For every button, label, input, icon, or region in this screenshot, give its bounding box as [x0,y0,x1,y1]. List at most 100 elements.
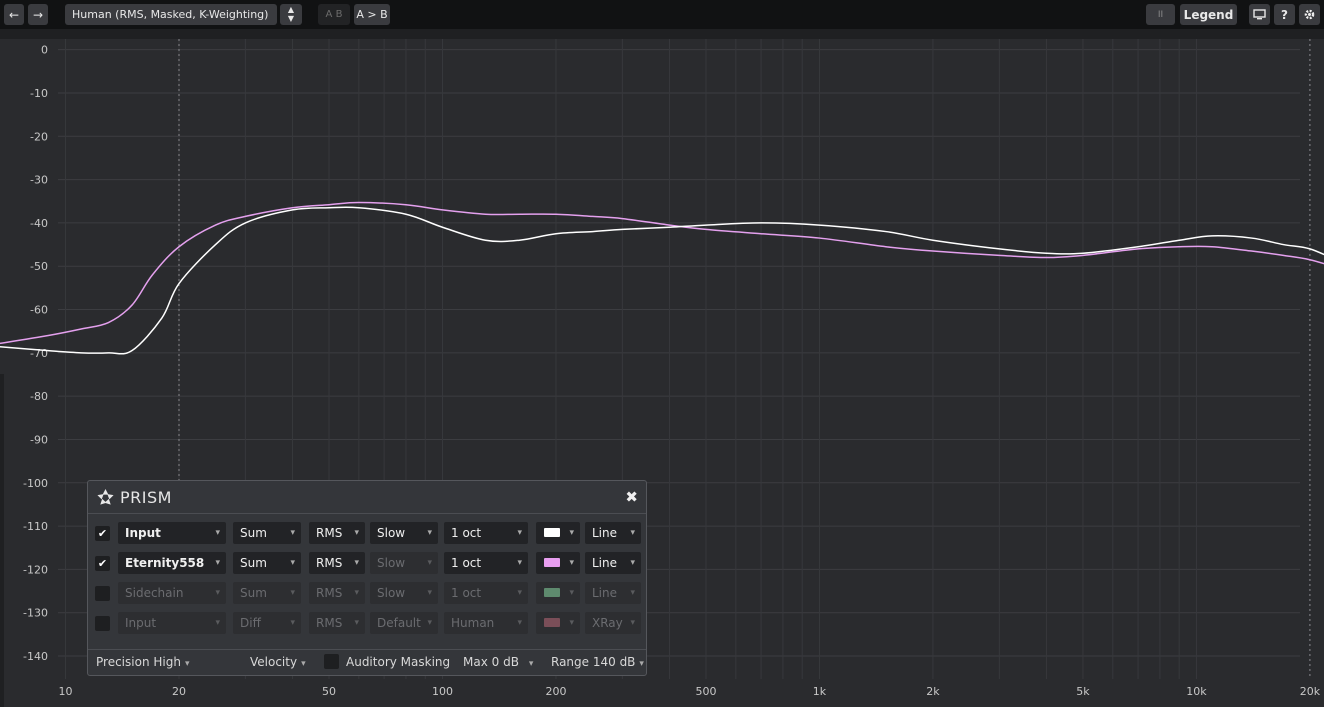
source-dropdown[interactable]: Input [118,612,226,634]
mode-label: Sum [240,556,267,570]
max-label: Max 0 dB [463,655,519,669]
smoothing-dropdown[interactable]: Human [444,612,528,634]
y-tick-label: -40 [30,217,48,230]
row-enable-checkbox[interactable]: ✔ [95,526,110,541]
y-tick-label: -60 [30,304,48,317]
prism-title: PRISM [120,488,172,507]
preset-stepper[interactable]: ▲ ▼ [280,4,302,25]
preset-selector[interactable]: Human (RMS, Masked, K-Weighting) [65,4,277,25]
mode-label: Diff [240,616,261,630]
ab-compare-button[interactable]: A B [318,4,350,25]
source-dropdown[interactable]: Input [118,522,226,544]
mode-dropdown[interactable]: Diff [233,612,301,634]
style-label: Line [592,526,618,540]
style-dropdown[interactable]: Line [585,552,641,574]
x-tick-label: 20 [172,685,186,698]
type-dropdown[interactable]: RMS [309,612,365,634]
precision-dropdown[interactable]: Precision High ▾ [96,655,189,669]
type-dropdown[interactable]: RMS [309,552,365,574]
y-tick-label: -10 [30,87,48,100]
y-tick-label: -120 [23,563,48,576]
x-tick-label: 2k [926,685,940,698]
smoothing-label: 1 oct [451,526,482,540]
legend-button[interactable]: Legend [1180,4,1237,25]
x-tick-label: 200 [545,685,566,698]
plot-top-margin [0,29,1324,39]
y-tick-label: -100 [23,477,48,490]
type-label: RMS [316,556,343,570]
help-button[interactable]: ? [1274,4,1295,25]
smoothing-dropdown[interactable]: 1 oct [444,552,528,574]
copy-a-to-b-button[interactable]: A > B [354,4,390,25]
smoothing-dropdown[interactable]: 1 oct [444,522,528,544]
x-tick-label: 50 [322,685,336,698]
speed-dropdown[interactable]: Default [370,612,438,634]
y-tick-label: -50 [30,260,48,273]
speed-dropdown[interactable]: Slow [370,552,438,574]
mode-dropdown[interactable]: Sum [233,522,301,544]
x-tick-label: 10k [1186,685,1207,698]
prism-row: Input Diff RMS Default Human XRay [88,611,646,635]
smoothing-dropdown[interactable]: 1 oct [444,582,528,604]
velocity-dropdown[interactable]: Velocity ▾ [250,655,306,669]
x-tick-label: 10 [59,685,73,698]
color-swatch [544,618,560,627]
prism-panel: PRISM ✖ ✔ Input Sum RMS Slow 1 oct Line ✔ Eterni… [87,480,647,676]
range-dropdown[interactable]: Range 140 dB ▾ [551,655,644,669]
style-label: Line [592,556,618,570]
source-dropdown[interactable]: Sidechain [118,582,226,604]
close-icon[interactable]: ✖ [625,488,638,506]
smoothing-label: 1 oct [451,556,482,570]
color-dropdown[interactable] [536,522,580,544]
y-tick-label: -80 [30,390,48,403]
row-enable-checkbox[interactable] [95,616,110,631]
y-tick-label: -20 [30,130,48,143]
y-tick-label: 0 [41,44,48,57]
speed-dropdown[interactable]: Slow [370,582,438,604]
speed-dropdown[interactable]: Slow [370,522,438,544]
style-dropdown[interactable]: Line [585,582,641,604]
max-dropdown[interactable]: Max 0 dB ▾ [463,655,533,669]
stepper-down-icon[interactable]: ▼ [280,14,302,23]
color-dropdown[interactable] [536,612,580,634]
type-label: RMS [316,526,343,540]
left-edge-strip [0,374,4,707]
y-tick-label: -90 [30,433,48,446]
gear-icon[interactable] [1299,4,1320,25]
monitor-icon[interactable] [1249,4,1270,25]
stepper-up-icon[interactable]: ▲ [280,5,302,14]
x-tick-label: 1k [813,685,827,698]
mode-dropdown[interactable]: Sum [233,552,301,574]
prism-header: PRISM ✖ [88,481,646,514]
style-label: Line [592,586,618,600]
row-enable-checkbox[interactable]: ✔ [95,556,110,571]
type-label: RMS [316,616,343,630]
speed-label: Slow [377,586,406,600]
x-tick-label: 20k [1300,685,1321,698]
undo-arrow-icon[interactable]: ← [4,4,24,25]
prism-footer: Precision High ▾ Velocity ▾ Auditory Maski… [88,649,646,675]
speed-label: Slow [377,556,406,570]
type-dropdown[interactable]: RMS [309,522,365,544]
x-tick-label: 100 [432,685,453,698]
style-dropdown[interactable]: XRay [585,612,641,634]
mode-dropdown[interactable]: Sum [233,582,301,604]
type-label: RMS [316,586,343,600]
color-swatch [544,588,560,597]
row-enable-checkbox[interactable] [95,586,110,601]
style-dropdown[interactable]: Line [585,522,641,544]
type-dropdown[interactable]: RMS [309,582,365,604]
y-tick-label: -140 [23,650,48,663]
x-tick-label: 500 [695,685,716,698]
redo-arrow-icon[interactable]: → [28,4,48,25]
source-dropdown[interactable]: Eternity558 [118,552,226,574]
color-swatch [544,528,560,537]
smoothing-label: Human [451,616,495,630]
pause-button[interactable]: II [1146,4,1175,25]
auditory-masking-checkbox[interactable] [324,654,339,669]
color-dropdown[interactable] [536,582,580,604]
color-dropdown[interactable] [536,552,580,574]
y-tick-label: -30 [30,174,48,187]
velocity-label: Velocity [250,655,298,669]
speed-label: Slow [377,526,406,540]
